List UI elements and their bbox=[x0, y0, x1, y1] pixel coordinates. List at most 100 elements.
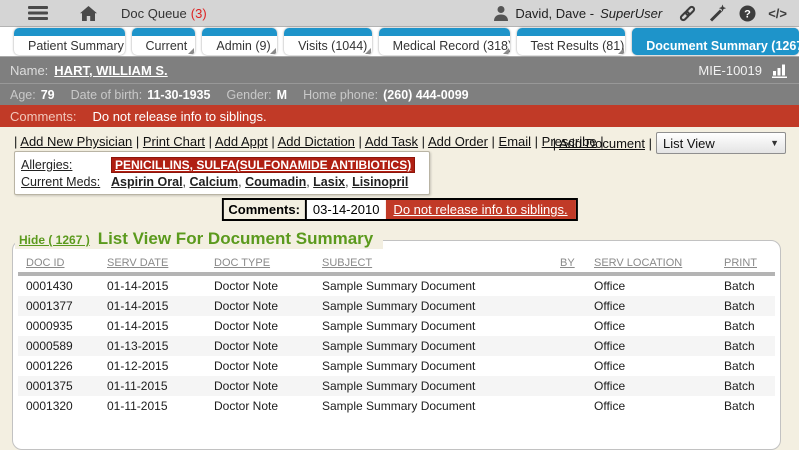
med-link[interactable]: Lasix bbox=[313, 175, 345, 189]
add-document-link[interactable]: Add Document bbox=[559, 136, 645, 151]
doc-type-cell: Doctor Note bbox=[210, 356, 318, 376]
print-cell: Batch bbox=[720, 376, 775, 396]
med-link[interactable]: Aspirin Oral bbox=[111, 175, 183, 189]
demographics-bar: Age:79 Date of birth:11-30-1935 Gender:M… bbox=[0, 83, 799, 105]
table-header-row: DOC ID SERV DATE DOC TYPE SUBJECT BY SER… bbox=[18, 255, 775, 274]
doc-type-cell: Doctor Note bbox=[210, 316, 318, 336]
tab-visits[interactable]: Visits (1044) bbox=[284, 28, 372, 55]
doc-type-cell: Doctor Note bbox=[210, 376, 318, 396]
chevron-down-icon: ▼ bbox=[770, 138, 779, 148]
tab-label: Current bbox=[146, 39, 188, 53]
print-cell: Batch bbox=[720, 274, 775, 296]
email-link[interactable]: Email bbox=[499, 134, 532, 149]
doc-type-cell: Doctor Note bbox=[210, 296, 318, 316]
tab-label: Test Results (81) bbox=[531, 39, 625, 53]
hide-link[interactable]: Hide ( 1267 ) bbox=[19, 233, 90, 247]
tab-label: Admin (9) bbox=[216, 39, 270, 53]
svg-text:?: ? bbox=[744, 8, 751, 20]
add-order-link[interactable]: Add Order bbox=[428, 134, 488, 149]
doc-type-cell: Doctor Note bbox=[210, 336, 318, 356]
tab-admin[interactable]: Admin (9) bbox=[202, 28, 277, 55]
doc-id-cell: 0001320 bbox=[18, 396, 103, 416]
doc-type-cell: Doctor Note bbox=[210, 274, 318, 296]
tab-current[interactable]: Current bbox=[132, 28, 196, 55]
table-row[interactable]: 0001430 01-14-2015 Doctor Note Sample Su… bbox=[18, 274, 775, 296]
comments-label: Comments: bbox=[10, 109, 76, 124]
tab-document-summary[interactable]: Document Summary (1267) bbox=[632, 28, 799, 55]
header-by[interactable]: BY bbox=[556, 255, 590, 274]
print-cell: Batch bbox=[720, 336, 775, 356]
serv-location-cell: Office bbox=[590, 376, 720, 396]
med-link[interactable]: Calcium bbox=[190, 175, 239, 189]
wand-icon[interactable] bbox=[709, 4, 727, 22]
table-row[interactable]: 0001226 01-12-2015 Doctor Note Sample Su… bbox=[18, 356, 775, 376]
document-table: DOC ID SERV DATE DOC TYPE SUBJECT BY SER… bbox=[18, 255, 775, 416]
table-row[interactable]: 0000589 01-13-2015 Doctor Note Sample Su… bbox=[18, 336, 775, 356]
print-chart-link[interactable]: Print Chart bbox=[143, 134, 205, 149]
serv-date-cell: 01-12-2015 bbox=[103, 356, 210, 376]
by-cell bbox=[556, 296, 590, 316]
tab-label: Document Summary (1267) bbox=[646, 39, 799, 53]
serv-location-cell: Office bbox=[590, 296, 720, 316]
table-row[interactable]: 0001320 01-11-2015 Doctor Note Sample Su… bbox=[18, 396, 775, 416]
view-select[interactable]: List View ▼ bbox=[656, 132, 786, 154]
allergies-label[interactable]: Allergies: bbox=[21, 158, 111, 172]
serv-location-cell: Office bbox=[590, 356, 720, 376]
header-print[interactable]: PRINT bbox=[720, 255, 775, 274]
doc-id-cell: 0001375 bbox=[18, 376, 103, 396]
header-serv-date[interactable]: SERV DATE bbox=[103, 255, 210, 274]
subject-cell: Sample Summary Document bbox=[318, 336, 556, 356]
subject-cell: Sample Summary Document bbox=[318, 396, 556, 416]
tab-patient-summary[interactable]: Patient Summary bbox=[14, 28, 125, 55]
comments-alert-bar: Comments: Do not release info to sibling… bbox=[0, 105, 799, 127]
header-doc-id[interactable]: DOC ID bbox=[18, 255, 103, 274]
add-appt-link[interactable]: Add Appt bbox=[215, 134, 268, 149]
allergy-value-link[interactable]: PENICILLINS, SULFA(SULFONAMIDE ANTIBIOTI… bbox=[111, 157, 415, 173]
code-icon[interactable]: </> bbox=[768, 6, 787, 21]
serv-date-cell: 01-11-2015 bbox=[103, 396, 210, 416]
by-cell bbox=[556, 274, 590, 296]
subject-cell: Sample Summary Document bbox=[318, 296, 556, 316]
header-serv-location[interactable]: SERV LOCATION bbox=[590, 255, 720, 274]
link-icon[interactable] bbox=[678, 4, 697, 23]
table-row[interactable]: 0000935 01-14-2015 Doctor Note Sample Su… bbox=[18, 316, 775, 336]
comment-link[interactable]: Do not release info to siblings. bbox=[385, 200, 575, 219]
print-cell: Batch bbox=[720, 396, 775, 416]
patient-name-link[interactable]: HART, WILLIAM S. bbox=[54, 63, 167, 78]
menu-icon[interactable] bbox=[28, 6, 48, 20]
document-list-section: Hide ( 1267 ) List View For Document Sum… bbox=[12, 240, 781, 450]
dob-value: 11-30-1935 bbox=[147, 88, 210, 102]
tab-test-results[interactable]: Test Results (81) bbox=[517, 28, 626, 55]
by-cell bbox=[556, 316, 590, 336]
tab-bar: Patient Summary Current Admin (9) Visits… bbox=[0, 27, 799, 57]
flowsheet-chart-icon[interactable] bbox=[772, 63, 789, 78]
current-meds-label[interactable]: Current Meds: bbox=[21, 175, 111, 189]
med-link[interactable]: Lisinopril bbox=[352, 175, 408, 189]
add-new-physician-link[interactable]: Add New Physician bbox=[20, 134, 132, 149]
patient-name-bar: Name: HART, WILLIAM S. MIE-10019 bbox=[0, 57, 799, 83]
tab-medical-record[interactable]: Medical Record (318) bbox=[379, 28, 510, 55]
header-subject[interactable]: SUBJECT bbox=[318, 255, 556, 274]
age-value: 79 bbox=[41, 88, 55, 102]
header-doc-type[interactable]: DOC TYPE bbox=[210, 255, 318, 274]
table-row[interactable]: 0001377 01-14-2015 Doctor Note Sample Su… bbox=[18, 296, 775, 316]
list-section-legend: Hide ( 1267 ) List View For Document Sum… bbox=[15, 229, 383, 249]
print-cell: Batch bbox=[720, 316, 775, 336]
add-task-link[interactable]: Add Task bbox=[365, 134, 418, 149]
home-icon[interactable] bbox=[80, 6, 97, 21]
tab-label: Patient Summary bbox=[28, 39, 124, 53]
help-icon[interactable]: ? bbox=[739, 5, 756, 22]
serv-date-cell: 01-11-2015 bbox=[103, 376, 210, 396]
queue-title: Doc Queue bbox=[121, 6, 187, 21]
gender-value: M bbox=[277, 88, 287, 102]
table-row[interactable]: 0001375 01-11-2015 Doctor Note Sample Su… bbox=[18, 376, 775, 396]
subject-cell: Sample Summary Document bbox=[318, 316, 556, 336]
serv-location-cell: Office bbox=[590, 316, 720, 336]
user-name: David, Dave - bbox=[515, 6, 594, 21]
user-menu[interactable]: David, Dave - SuperUser bbox=[493, 5, 662, 21]
phone-value: (260) 444-0099 bbox=[383, 88, 468, 102]
comment-box-label: Comments: bbox=[223, 200, 307, 219]
subject-cell: Sample Summary Document bbox=[318, 376, 556, 396]
add-dictation-link[interactable]: Add Dictation bbox=[278, 134, 355, 149]
med-link[interactable]: Coumadin bbox=[245, 175, 306, 189]
